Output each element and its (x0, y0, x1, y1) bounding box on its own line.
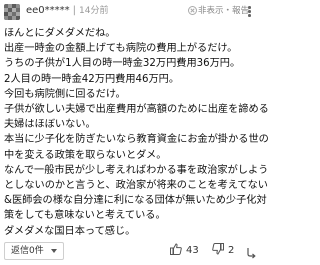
meta-separator: | (72, 5, 77, 16)
comment-line: なんで一般市民が少し考えればわかる事を政治家がしよう (4, 164, 269, 176)
reply-count-label: 返信0件 (11, 246, 44, 256)
comment-header: ee0***** | 14分前 非表示・報告 (0, 0, 260, 22)
comment-line: ダメダメな国日本って感じ。 (4, 225, 136, 237)
comment-line: 本当に少子化を防ぎたいなら教育資金にお金が掛かる世の (4, 134, 269, 146)
dislike-button[interactable]: 2 (212, 243, 234, 259)
timestamp: 14分前 (79, 6, 109, 16)
like-button[interactable]: 43 (170, 243, 199, 259)
comment-line: 策をしても意味ないと考えている。 (4, 210, 166, 222)
comment-body: ほんとにダメダメだね。 出産一時金の金額上げても病院の費用上がるだけ。 うちの子… (4, 26, 269, 239)
avatar[interactable] (4, 4, 20, 20)
comment-line: ほんとにダメダメだね。 (4, 28, 116, 39)
dislike-count: 2 (228, 245, 235, 256)
like-count: 43 (186, 245, 199, 256)
reply-icon[interactable] (246, 244, 256, 259)
reply-toggle-button[interactable]: 返信0件 (4, 242, 64, 260)
comment-author: ee0***** | 14分前 (26, 4, 109, 18)
comment-line: 子供が欲しい夫婦で出産費用が高額のために出産を諦める (4, 104, 269, 116)
comment-line: 夫婦はほぼいない。 (4, 119, 96, 131)
comment-line: 2人目の時一時金42万円費用46万円。 (4, 73, 180, 85)
hide-report-label: 非表示・報告 (198, 6, 250, 16)
comment-footer: 返信0件 43 2 (0, 240, 260, 265)
thumbs-down-icon (212, 243, 224, 255)
close-circle-icon (188, 6, 197, 15)
comment-line: 中を変える政策を取らないとダメ。 (4, 149, 167, 161)
username[interactable]: ee0***** (26, 5, 70, 16)
comment-line: 出産一時金の金額上げても病院の費用上がるだけ。 (4, 43, 238, 55)
hide-report-link[interactable]: 非表示・報告 (188, 5, 249, 17)
comment-line: 今回も病院側に回るだけ。 (4, 88, 126, 100)
more-vertical-icon[interactable] (248, 6, 252, 20)
comment-line: うちの子供が1人目の時一時金32万円費用36万円。 (4, 58, 241, 70)
chevron-down-icon (51, 249, 57, 253)
comment-line: としないのかと言うと、政治家が将来のことを考えてない (4, 180, 268, 192)
comment-line: &医師会の様な自分達に利になる団体が無いため少子化対 (4, 195, 267, 207)
thumbs-up-icon (170, 243, 182, 255)
